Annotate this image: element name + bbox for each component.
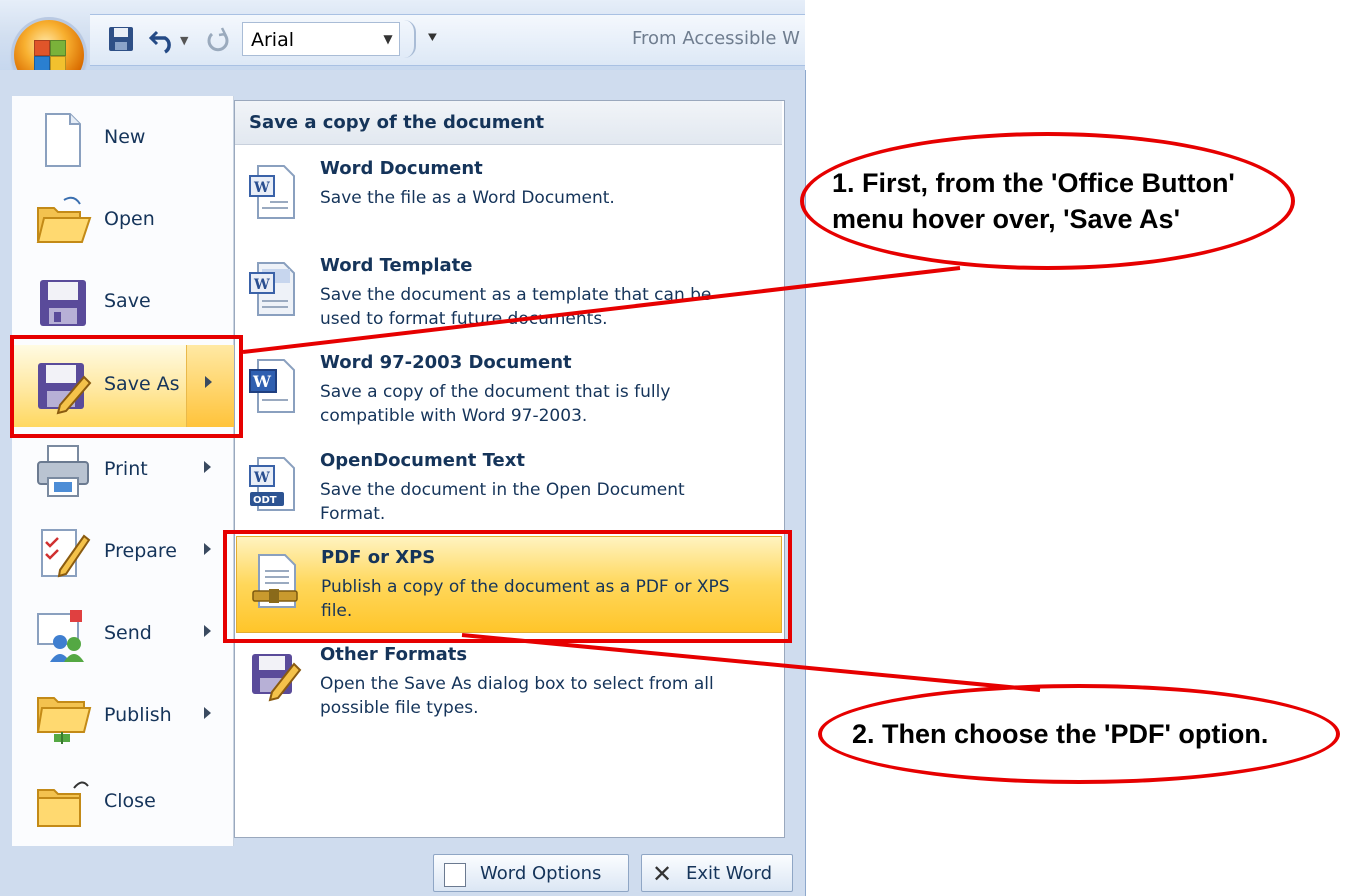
step1-callout-oval [800,132,1295,270]
connector-line-step2 [461,633,1041,692]
step1-text-line2: menu hover over, 'Save As' [832,204,1180,234]
step2-text: 2. Then choose the 'PDF' option. [852,719,1269,749]
step1-text-line1: 1. First, from the 'Office Button' [832,168,1235,198]
connector-line-step1 [242,266,961,354]
